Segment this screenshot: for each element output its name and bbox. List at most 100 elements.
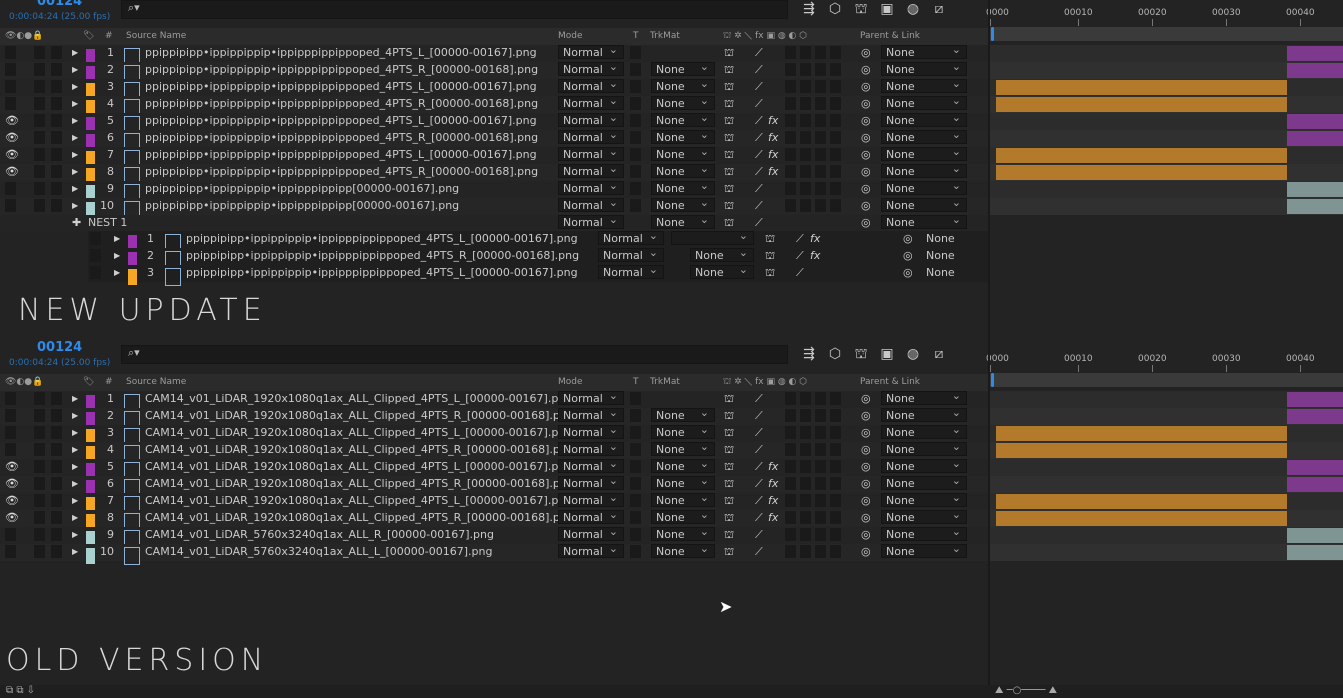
parent-dropdown[interactable]: None <box>881 508 967 524</box>
layer-switch-box[interactable] <box>800 460 811 473</box>
layer-switch-box[interactable] <box>830 63 841 76</box>
effects-fx-icon[interactable]: fx <box>810 232 820 248</box>
layer-switch-box[interactable] <box>800 165 811 178</box>
track-matte-dropdown[interactable]: None <box>651 525 715 541</box>
shy-layers-icon[interactable]: ⛫ <box>852 0 870 18</box>
shy-switch-icon[interactable]: ⛫ <box>724 216 734 232</box>
layer-source-name[interactable]: CAM14_v01_LiDAR_1920x1080q1ax_ALL_Clippe… <box>145 392 572 408</box>
layer-switch-box[interactable] <box>830 545 841 558</box>
track-matte-dropdown[interactable]: None <box>651 179 715 195</box>
quality-switch-icon[interactable]: ⟋ <box>755 392 763 408</box>
layer-switch-box[interactable] <box>815 528 826 541</box>
visibility-eye-icon[interactable]: 👁 <box>5 165 19 181</box>
layer-switch-box[interactable] <box>815 494 826 507</box>
shy-switch-icon[interactable]: ⛫ <box>724 80 734 96</box>
layer-switch-box[interactable] <box>785 443 796 456</box>
column-mode[interactable]: Mode <box>558 377 583 387</box>
effects-fx-icon[interactable]: fx <box>810 249 820 265</box>
quality-switch-icon[interactable]: ⟋ <box>755 477 763 493</box>
layer-switch-box[interactable] <box>815 409 826 422</box>
column-parent[interactable]: Parent & Link <box>860 377 920 387</box>
blend-mode-dropdown[interactable]: Normal <box>558 162 624 178</box>
layer-switch-box[interactable] <box>830 97 841 110</box>
layer-switch-box[interactable] <box>830 511 841 524</box>
lock-toggle[interactable] <box>51 165 62 178</box>
blend-mode-dropdown[interactable]: Normal <box>558 128 624 144</box>
preserve-transparency-toggle[interactable] <box>630 528 641 541</box>
quality-switch-icon[interactable]: ⟋ <box>755 148 763 164</box>
layer-row[interactable]: 👁 ▶ 7 ppippipipp•ippippippip•ippipppippippo… <box>0 145 988 168</box>
parent-pickwhip-icon[interactable]: ◎ <box>861 97 871 113</box>
layer-switch-box[interactable] <box>800 545 811 558</box>
track-matte-dropdown[interactable]: None <box>651 94 715 110</box>
parent-dropdown[interactable]: None <box>881 94 967 110</box>
quality-switch-icon[interactable]: ⟋ <box>755 199 763 215</box>
layer-switch-box[interactable] <box>800 63 811 76</box>
parent-pickwhip-icon[interactable]: ◎ <box>861 131 871 147</box>
shy-layers-icon[interactable]: ⛫ <box>852 345 870 363</box>
nest-layer-row[interactable]: ✚ NEST 1 Normal None ⛫ ⟋ ◎ None <box>0 213 988 232</box>
parent-dropdown[interactable]: None <box>881 491 967 507</box>
preserve-transparency-toggle[interactable] <box>630 80 641 93</box>
shy-switch-icon[interactable]: ⛫ <box>724 460 734 476</box>
layer-switch-box[interactable] <box>800 443 811 456</box>
visibility-column-icon[interactable]: 👁◐●🔒 <box>5 31 43 41</box>
lock-toggle[interactable] <box>51 426 62 439</box>
visibility-toggle[interactable] <box>5 97 16 110</box>
layer-row[interactable]: 👁 ▶ 5 CAM14_v01_LiDAR_1920x1080q1ax_ALL_Cli… <box>0 457 988 480</box>
parent-pickwhip-icon[interactable]: ◎ <box>861 443 871 459</box>
expand-plus-icon[interactable]: ✚ <box>72 216 81 232</box>
preserve-transparency-toggle[interactable] <box>630 131 641 144</box>
track-matte-dropdown[interactable]: None <box>651 77 715 93</box>
layer-duration-bar[interactable] <box>1287 199 1343 214</box>
layer-switch-box[interactable] <box>800 199 811 212</box>
shy-switch-icon[interactable]: ⛫ <box>724 545 734 561</box>
nest-label[interactable]: NEST 1 <box>88 216 127 232</box>
layer-switch-box[interactable] <box>800 511 811 524</box>
shy-switch-icon[interactable]: ⛫ <box>724 114 734 130</box>
layer-switch-box[interactable] <box>815 80 826 93</box>
shy-switch-icon[interactable]: ⛫ <box>765 249 775 265</box>
layer-switch-box[interactable] <box>830 199 841 212</box>
layer-row[interactable]: ▶ 1 ppippipipp•ippippippip•ippipppippippop… <box>0 43 988 66</box>
layer-switch-box[interactable] <box>815 443 826 456</box>
effects-fx-icon[interactable]: fx <box>768 131 778 147</box>
layer-source-name[interactable]: ppippipipp•ippippippip•ippipppippippoped… <box>186 232 578 248</box>
layer-row[interactable]: ▶ 4 CAM14_v01_LiDAR_1920x1080q1ax_ALL_Clip… <box>0 440 988 463</box>
label-column-icon[interactable]: 🏷 <box>83 377 94 387</box>
parent-pickwhip-icon[interactable]: ◎ <box>861 46 871 62</box>
parent-dropdown[interactable]: None <box>881 196 967 212</box>
playhead[interactable] <box>991 27 994 41</box>
timeline-divider[interactable] <box>988 0 990 698</box>
solo-toggle[interactable] <box>34 528 45 541</box>
layer-switch-box[interactable] <box>815 182 826 195</box>
shy-switch-icon[interactable]: ⛫ <box>765 232 775 248</box>
effects-fx-icon[interactable]: fx <box>768 511 778 527</box>
layer-switch-box[interactable] <box>800 148 811 161</box>
visibility-toggle[interactable] <box>5 80 16 93</box>
layer-switch-box[interactable] <box>785 80 796 93</box>
parent-pickwhip-icon[interactable]: ◎ <box>861 199 871 215</box>
blend-mode-dropdown[interactable]: Normal <box>558 440 624 456</box>
preserve-transparency-toggle[interactable] <box>630 494 641 507</box>
parent-pickwhip-icon[interactable]: ◎ <box>861 426 871 442</box>
visibility-toggle[interactable] <box>90 249 101 262</box>
nested-layer-row[interactable]: ▶ 2 ppippipipp•ippippippip•ippipppippippop… <box>88 246 988 269</box>
solo-toggle[interactable] <box>34 545 45 558</box>
blend-mode-dropdown[interactable]: Normal <box>598 263 664 279</box>
quality-switch-icon[interactable]: ⟋ <box>755 182 763 198</box>
parent-dropdown[interactable]: None <box>881 440 967 456</box>
parent-pickwhip-icon[interactable]: ◎ <box>861 477 871 493</box>
layer-row[interactable]: 👁 ▶ 7 CAM14_v01_LiDAR_1920x1080q1ax_ALL_Cli… <box>0 491 988 514</box>
preserve-transparency-toggle[interactable] <box>630 63 641 76</box>
blend-mode-dropdown[interactable]: Normal <box>598 246 664 262</box>
layer-duration-bar[interactable] <box>996 494 1288 509</box>
lock-toggle[interactable] <box>51 511 62 524</box>
visibility-toggle[interactable] <box>5 199 16 212</box>
parent-pickwhip-icon[interactable]: ◎ <box>861 392 871 408</box>
column-source-name[interactable]: Source Name <box>126 31 186 41</box>
preserve-transparency-toggle[interactable] <box>630 97 641 110</box>
shy-switch-icon[interactable]: ⛫ <box>724 477 734 493</box>
zoom-slider[interactable]: ⛰ ─○──── ⛰ <box>995 685 1057 696</box>
blend-mode-dropdown[interactable]: Normal <box>558 525 624 541</box>
